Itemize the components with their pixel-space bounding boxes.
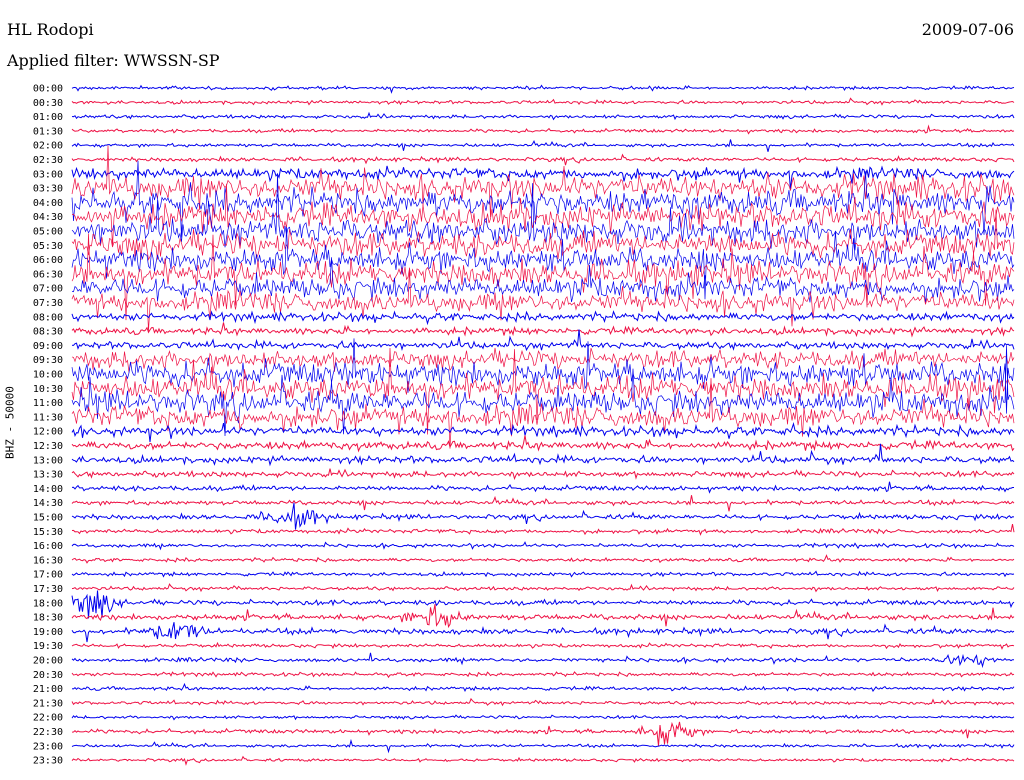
- trace-line-1600: [71, 541, 1015, 551]
- y-tick-label: 23:30: [33, 756, 63, 767]
- y-tick-label: 19:00: [33, 627, 63, 638]
- y-tick-label: 06:30: [33, 269, 63, 280]
- trace-line-0230: [71, 153, 1015, 166]
- y-tick-label: 04:30: [33, 212, 63, 223]
- trace-line-1530: [71, 524, 1015, 536]
- trace-line-1230: [71, 435, 1015, 453]
- y-tick-label: 18:00: [33, 598, 63, 609]
- trace-line-2130: [71, 697, 1015, 707]
- y-tick-label: 17:00: [33, 570, 63, 581]
- y-tick-label: 20:00: [33, 656, 63, 667]
- y-tick-label: 09:30: [33, 355, 63, 366]
- trace-line-0730: [71, 267, 1015, 332]
- trace-line-1330: [71, 468, 1015, 481]
- trace-line-0100: [71, 111, 1015, 121]
- trace-line-1830: [71, 604, 1015, 629]
- y-tick-label: 21:00: [33, 684, 63, 695]
- trace-line-1500: [71, 502, 1015, 530]
- y-tick-label: 09:00: [33, 341, 63, 352]
- y-tick-label: 14:00: [33, 484, 63, 495]
- trace-line-1930: [71, 641, 1015, 650]
- y-tick-label: 05:00: [33, 227, 63, 238]
- trace-line-0900: [71, 329, 1015, 352]
- y-tick-label: 11:00: [33, 398, 63, 409]
- y-tick-label: 12:00: [33, 427, 63, 438]
- trace-line-2000: [71, 652, 1014, 669]
- y-tick-label: 14:30: [33, 498, 63, 509]
- trace-line-2230: [71, 721, 1015, 746]
- trace-line-2100: [71, 682, 1015, 693]
- y-tick-label: 22:30: [33, 727, 63, 738]
- y-tick-label: 02:30: [33, 155, 63, 166]
- y-tick-label: 08:00: [33, 312, 63, 323]
- y-tick-label: 17:30: [33, 584, 63, 595]
- y-tick-label: 20:30: [33, 670, 63, 681]
- trace-line-0700: [71, 257, 1015, 304]
- y-tick-label: 15:00: [33, 513, 63, 524]
- trace-line-1100: [71, 345, 1015, 437]
- y-tick-label: 23:00: [33, 741, 63, 752]
- trace-line-0200: [71, 139, 1015, 152]
- trace-line-0830: [71, 322, 1015, 338]
- y-tick-label: 04:00: [33, 198, 63, 209]
- y-tick-label: 08:30: [33, 327, 63, 338]
- trace-line-1430: [71, 495, 1015, 512]
- trace-line-0000: [71, 84, 1015, 94]
- trace-line-1730: [71, 583, 1015, 593]
- y-tick-label: 00:00: [33, 84, 63, 95]
- y-tick-label: 03:30: [33, 184, 63, 195]
- y-tick-label: 13:00: [33, 455, 63, 466]
- y-tick-label: 07:00: [33, 284, 63, 295]
- trace-line-1630: [71, 554, 1015, 564]
- y-tick-label: 15:30: [33, 527, 63, 538]
- trace-line-0930: [71, 347, 1015, 374]
- y-tick-label: 16:00: [33, 541, 63, 552]
- y-tick-label: 07:30: [33, 298, 63, 309]
- seismic-traces: [71, 84, 1015, 766]
- trace-line-1900: [71, 622, 1015, 643]
- trace-line-2030: [71, 671, 1015, 679]
- y-tick-label: 10:00: [33, 370, 63, 381]
- trace-line-0030: [71, 97, 1015, 106]
- trace-line-0800: [71, 310, 1015, 326]
- y-tick-label: 02:00: [33, 141, 63, 152]
- y-tick-label: 21:30: [33, 698, 63, 709]
- y-tick-label: 13:30: [33, 470, 63, 481]
- trace-line-1200: [71, 421, 1015, 442]
- y-tick-label: 12:30: [33, 441, 63, 452]
- y-tick-label: 00:30: [33, 98, 63, 109]
- y-tick-label: 22:00: [33, 713, 63, 724]
- y-tick-label: 05:30: [33, 241, 63, 252]
- y-tick-label: 11:30: [33, 412, 63, 423]
- y-tick-label: 19:30: [33, 641, 63, 652]
- y-tick-label: 16:30: [33, 555, 63, 566]
- trace-line-2200: [71, 714, 1015, 721]
- y-tick-labels: 00:00 00:30 01:00 01:30 02:00 02:30 03:00 03:30…: [33, 84, 63, 767]
- trace-line-1700: [71, 570, 1015, 578]
- y-tick-label: 03:00: [33, 169, 63, 180]
- trace-line-0300: [71, 165, 1015, 190]
- helicorder-plot: 00:00 00:30 01:00 01:30 02:00 02:30 03:00 03:30…: [33, 84, 1015, 767]
- trace-line-0130: [71, 124, 1015, 135]
- y-tick-label: 06:00: [33, 255, 63, 266]
- trace-line-2300: [71, 738, 1015, 754]
- y-tick-label: 01:30: [33, 126, 63, 137]
- y-tick-label: 18:30: [33, 613, 63, 624]
- y-tick-label: 01:00: [33, 112, 63, 123]
- trace-line-2330: [71, 755, 1015, 766]
- trace-line-1800: [71, 590, 1015, 619]
- trace-line-1400: [71, 481, 1014, 494]
- y-tick-label: 10:30: [33, 384, 63, 395]
